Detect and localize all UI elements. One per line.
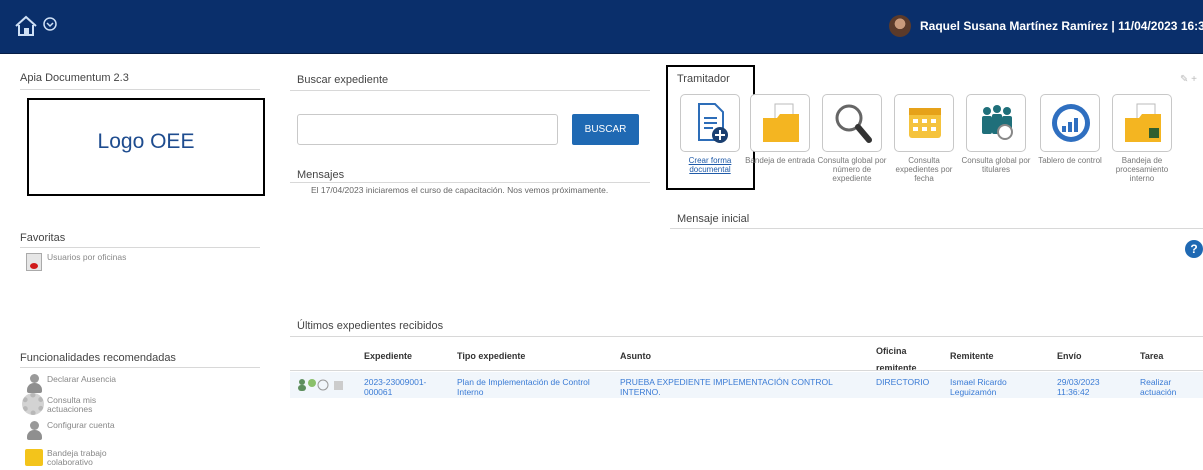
tile-bandeja-de-entrada[interactable] (750, 94, 810, 152)
search-input[interactable] (297, 114, 558, 145)
person-icon[interactable] (25, 374, 43, 394)
initial-message-title: Mensaje inicial (677, 213, 750, 225)
divider (290, 336, 1203, 337)
app-title: Apia Documentum 2.3 (20, 72, 129, 84)
person-icon (298, 379, 306, 391)
divider (290, 182, 650, 183)
search-title: Buscar expediente (297, 74, 389, 86)
tile-consulta-global-numero[interactable] (822, 94, 882, 152)
clock-icon (317, 379, 329, 391)
cell-envio: 29/03/2023 11:36:42 (1057, 377, 1100, 397)
logo-placeholder: Logo OEE (27, 98, 265, 196)
cell-tarea[interactable]: Realizar actuación (1140, 377, 1195, 397)
tile-bandeja-procesamiento-interno[interactable] (1112, 94, 1172, 152)
tile-label[interactable]: Consulta global por titulares (958, 156, 1034, 174)
gear-icon[interactable] (22, 393, 44, 415)
tile-label[interactable]: Consulta expedientes por fecha (886, 156, 962, 183)
person-settings-icon[interactable] (25, 421, 43, 441)
user-avatar[interactable] (889, 15, 911, 37)
folder-document-icon (763, 103, 799, 142)
status-dot-icon (308, 379, 316, 387)
column-header-remitente[interactable]: Remitente (950, 351, 994, 361)
tile-label[interactable]: Tablero de control (1032, 156, 1108, 165)
recommended-item-bandeja-trabajo-colaborativo[interactable]: Bandeja trabajo colaborativo (47, 449, 109, 467)
column-header-tarea[interactable]: Tarea (1140, 351, 1163, 361)
people-search-icon (982, 105, 1013, 140)
divider (670, 228, 1203, 229)
row-status-icons[interactable] (297, 378, 357, 392)
document-icon (334, 381, 343, 390)
divider (290, 90, 650, 91)
recommended-item-declarar-ausencia[interactable]: Declarar Ausencia (47, 375, 116, 384)
top-navigation-bar: Raquel Susana Martínez Ramírez | 11/04/2… (0, 0, 1203, 54)
cell-oficina: DIRECTORIO (876, 377, 930, 387)
folder-edit-icon (1125, 103, 1161, 142)
calendar-icon (909, 108, 941, 138)
dashboard-chart-icon (1052, 104, 1090, 142)
tools-icon[interactable]: ✎ + (1180, 74, 1197, 85)
favorite-item-usuarios-por-oficinas[interactable]: Usuarios por oficinas (47, 253, 126, 262)
cell-expediente[interactable]: 2023-23009001-000061 (364, 377, 444, 397)
column-header-tipo[interactable]: Tipo expediente (457, 351, 525, 361)
recommended-item-consulta-mis-actuaciones[interactable]: Consulta mis actuaciones (47, 396, 107, 414)
tile-label[interactable]: Crear forma documental (672, 156, 748, 174)
chevron-down-icon[interactable] (43, 17, 57, 31)
cell-remitente: Ismael Ricardo Leguizamón (950, 377, 1007, 397)
recommended-title: Funcionalidades recomendadas (20, 352, 176, 364)
home-icon[interactable] (13, 14, 39, 38)
favorites-title: Favoritas (20, 232, 66, 244)
divider (20, 89, 260, 90)
divider (290, 370, 1203, 371)
tray-icon[interactable] (25, 449, 43, 466)
recent-title: Últimos expedientes recibidos (297, 320, 444, 332)
cell-asunto[interactable]: PRUEBA EXPEDIENTE IMPLEMENTACIÓN CONTROL… (620, 377, 865, 397)
magnifier-icon (835, 104, 872, 143)
tile-label[interactable]: Consulta global por número de expediente (814, 156, 890, 183)
logo-text: Logo OEE (97, 130, 195, 153)
tile-crear-forma-documental[interactable] (680, 94, 740, 152)
tile-label[interactable]: Bandeja de entrada (742, 156, 818, 165)
column-header-expediente[interactable]: Expediente (364, 351, 412, 361)
cell-tipo: Plan de Implementación de Control Intern… (457, 377, 590, 397)
divider (20, 247, 260, 248)
search-button[interactable]: BUSCAR (572, 114, 639, 145)
divider (20, 367, 260, 368)
form-icon[interactable] (26, 253, 42, 271)
column-header-envio[interactable]: Envío (1057, 351, 1082, 361)
message-text: El 17/04/2023 iniciaremos el curso de ca… (311, 185, 609, 195)
tile-consulta-expedientes-fecha[interactable] (894, 94, 954, 152)
messages-title: Mensajes (297, 169, 345, 181)
tile-label[interactable]: Bandeja de procesamiento interno (1104, 156, 1180, 183)
new-document-icon (698, 103, 728, 143)
tile-tablero-de-control[interactable] (1040, 94, 1100, 152)
column-header-asunto[interactable]: Asunto (620, 351, 651, 361)
help-icon[interactable]: ? (1185, 240, 1203, 258)
tile-consulta-global-titulares[interactable] (966, 94, 1026, 152)
recommended-item-configurar-cuenta[interactable]: Configurar cuenta (47, 421, 115, 430)
user-info[interactable]: Raquel Susana Martínez Ramírez | 11/04/2… (920, 19, 1203, 33)
